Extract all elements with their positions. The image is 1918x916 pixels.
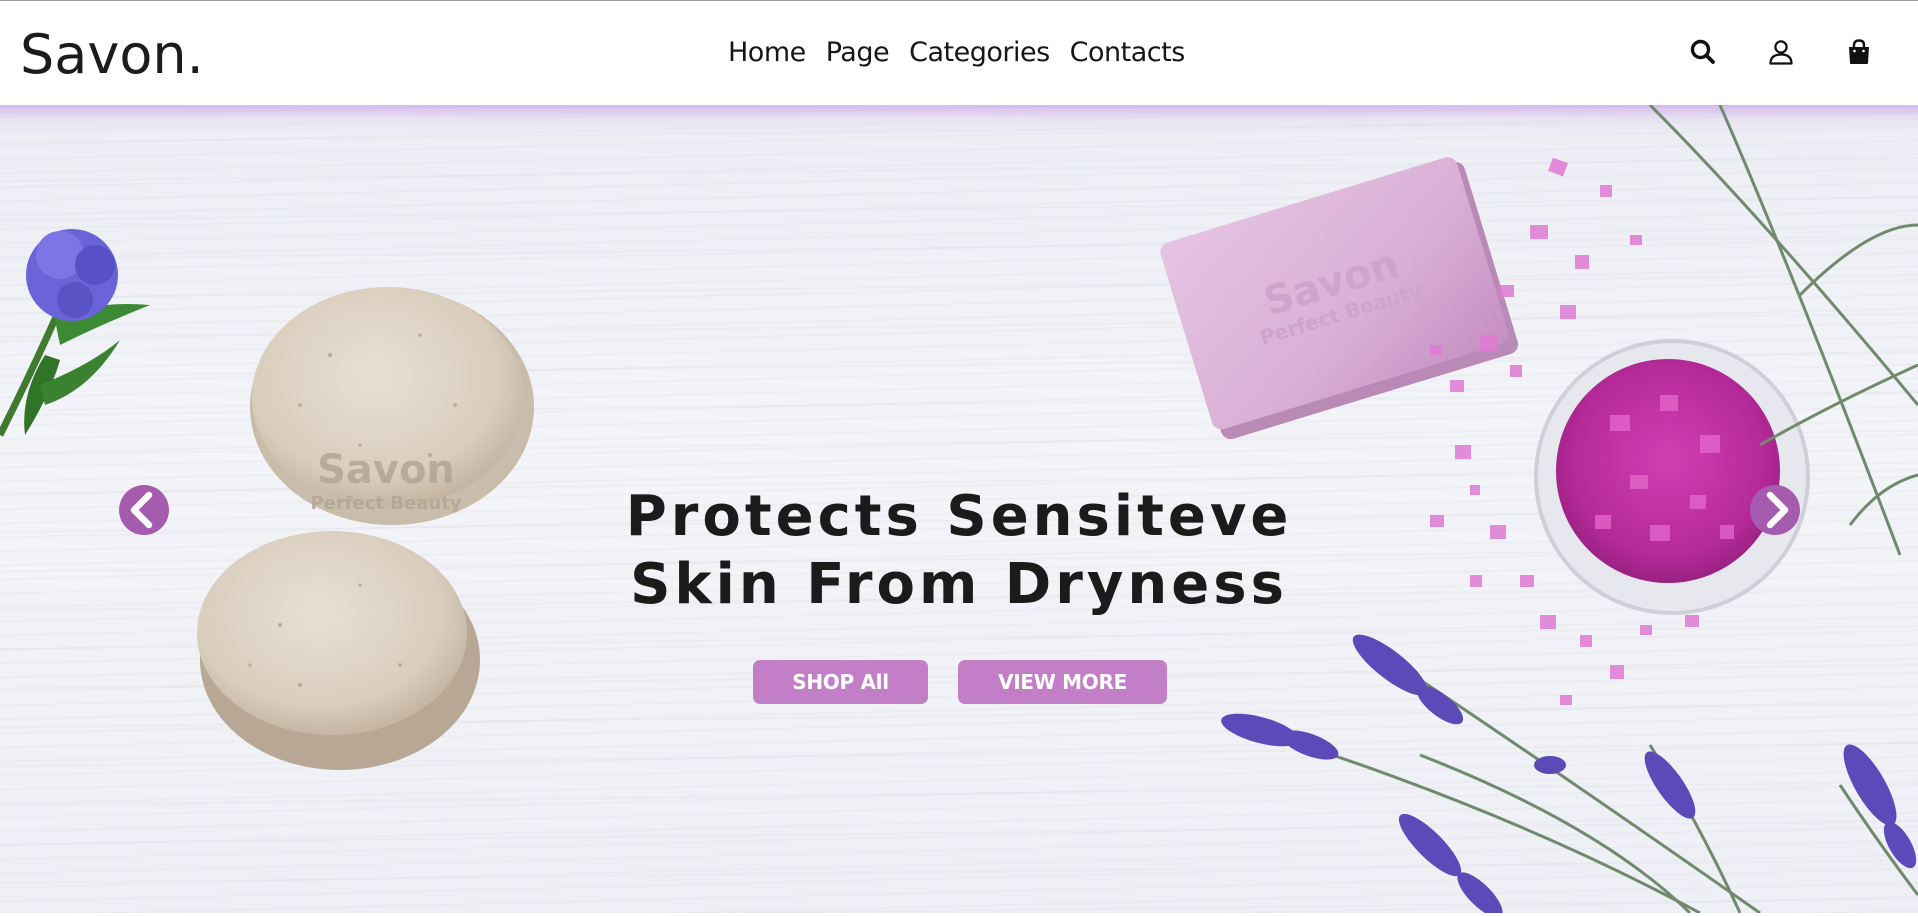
main-nav: Home Page Categories Contacts — [728, 37, 1205, 68]
brand-logo[interactable]: Savon. — [20, 23, 204, 86]
hero-banner: Savon Perfect Beauty Savon Perfect Beaut… — [0, 105, 1918, 913]
shop-all-button[interactable]: SHOP All — [753, 660, 928, 704]
thistle-flower — [0, 229, 150, 437]
shopping-bag-icon[interactable] — [1844, 37, 1874, 67]
nav-home-link[interactable]: Home — [728, 37, 806, 68]
user-icon[interactable] — [1766, 37, 1796, 67]
site-header: Savon. Home Page Categories Contacts — [0, 1, 1918, 105]
lavender-bunch — [1221, 634, 1918, 913]
search-icon[interactable] — [1688, 37, 1718, 67]
hero-headline-line-1: Protects Sensiteve — [625, 484, 1293, 549]
pink-soap-bar: Savon Perfect Beauty — [1160, 157, 1519, 440]
nav-page-link[interactable]: Page — [826, 37, 890, 68]
header-icons — [1688, 37, 1874, 67]
chevron-right-icon[interactable] — [1749, 484, 1801, 536]
chevron-left-icon[interactable] — [118, 484, 170, 536]
nav-contacts-link[interactable]: Contacts — [1070, 37, 1186, 68]
nav-categories-link[interactable]: Categories — [909, 37, 1050, 68]
view-more-button[interactable]: VIEW MORE — [958, 660, 1167, 704]
hero-headline-line-2: Skin From Dryness — [630, 552, 1288, 617]
